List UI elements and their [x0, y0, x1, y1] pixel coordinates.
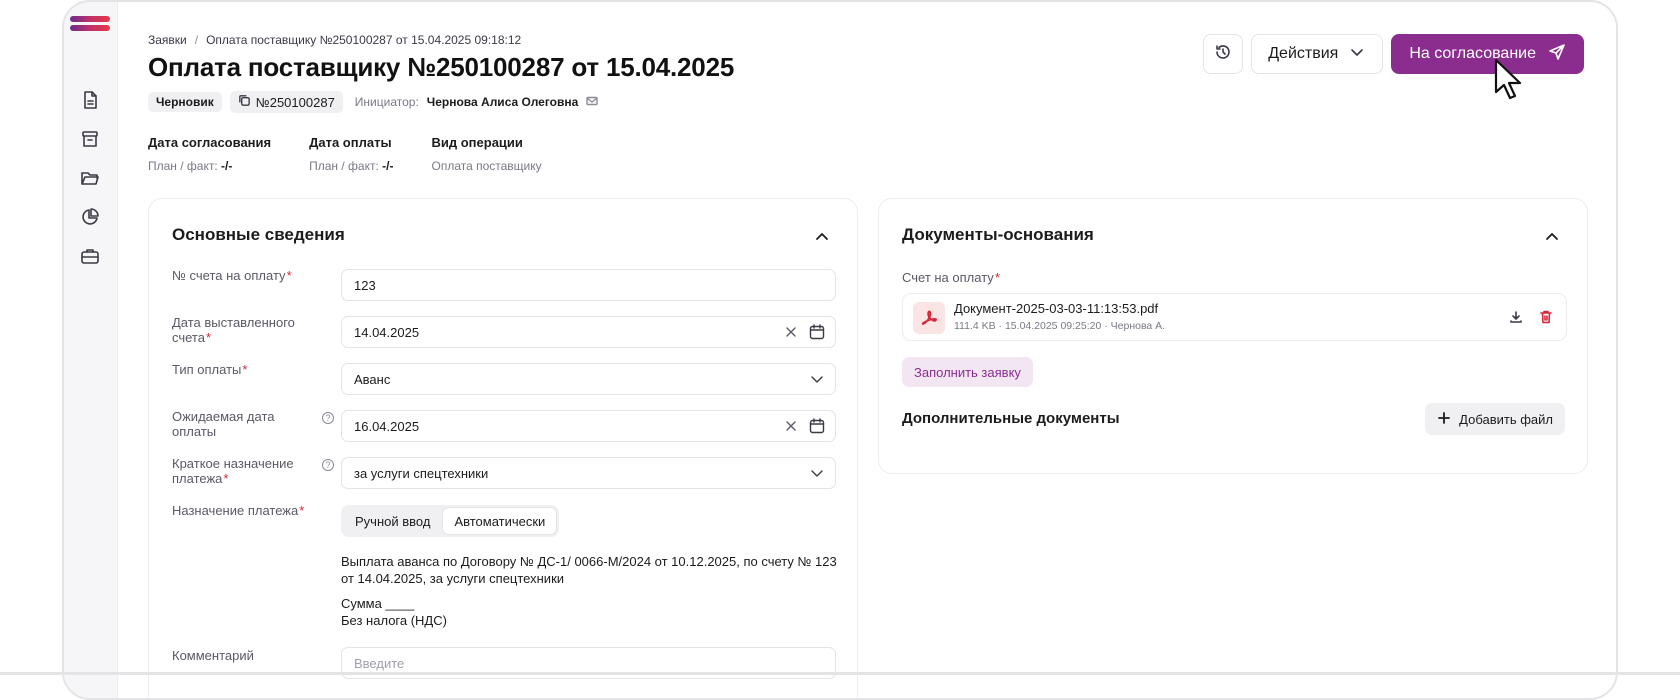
- manual-mode-option[interactable]: Ручной ввод: [344, 508, 441, 534]
- breadcrumb: Заявки / Оплата поставщику №250100287 от…: [148, 33, 521, 47]
- briefcase-icon[interactable]: [80, 246, 100, 266]
- copy-icon[interactable]: [238, 94, 251, 110]
- breadcrumb-root[interactable]: Заявки: [148, 33, 187, 47]
- purpose-tax-line: Без налога (НДС): [341, 613, 447, 628]
- document-icon[interactable]: [80, 90, 100, 110]
- submit-approval-button[interactable]: На согласование: [1391, 34, 1584, 74]
- invoice-doc-label: Счет на оплату*: [902, 270, 1000, 285]
- payment-type-select[interactable]: Аванс: [341, 363, 836, 395]
- short-purpose-select[interactable]: за услуги спецтехники: [341, 457, 836, 489]
- operation-type-summary: Вид операции Оплата поставщику: [431, 135, 541, 173]
- file-name: Документ-2025-03-03-11:13:53.pdf: [954, 301, 1159, 316]
- purpose-sum-line: Сумма ____: [341, 596, 415, 611]
- history-icon: [1214, 43, 1232, 66]
- breadcrumb-current: Оплата поставщику №250100287 от 15.04.20…: [206, 33, 522, 47]
- invoice-number-input[interactable]: 123: [341, 269, 836, 301]
- payment-date-summary: Дата оплаты План / факт: -/-: [309, 135, 393, 173]
- header-actions: Действия На согласование: [1203, 34, 1584, 74]
- summary-title: Дата согласования: [148, 135, 272, 150]
- pie-chart-icon[interactable]: [80, 207, 100, 227]
- purpose-mode-toggle: Ручной ввод Автоматически: [341, 505, 560, 537]
- attached-file[interactable]: Документ-2025-03-03-11:13:53.pdf 111.4 K…: [902, 293, 1567, 341]
- invoice-date-label: Дата выставленного счета*: [172, 315, 295, 345]
- mail-icon[interactable]: [586, 95, 599, 110]
- fill-request-button[interactable]: Заполнить заявку: [902, 357, 1033, 387]
- initiator-label: Инициатор:: [354, 95, 419, 109]
- expected-date-label: Ожидаемая дата оплаты: [172, 409, 275, 439]
- help-icon[interactable]: ?: [322, 459, 334, 471]
- comment-label: Комментарий: [172, 648, 254, 663]
- page-title: Оплата поставщику №250100287 от 15.04.20…: [148, 52, 735, 82]
- add-file-label: Добавить файл: [1459, 411, 1553, 427]
- invoice-number-label: № счета на оплату*: [172, 268, 292, 283]
- documents-title: Документы-основания: [902, 225, 1094, 244]
- extra-documents-title: Дополнительные документы: [902, 410, 1120, 427]
- clear-icon[interactable]: [784, 325, 798, 342]
- summary-prefix: План / факт:: [148, 159, 218, 173]
- actions-dropdown[interactable]: Действия: [1251, 34, 1384, 74]
- short-purpose-label: Краткое назначение платежа*: [172, 456, 294, 486]
- chevron-down-icon: [808, 370, 826, 391]
- status-badge: Черновик: [148, 92, 222, 112]
- main-content: Заявки / Оплата поставщику №250100287 от…: [148, 2, 1588, 698]
- download-icon[interactable]: [1508, 309, 1524, 330]
- chevron-down-icon: [1348, 43, 1366, 66]
- purpose-text: Выплата аванса по Договору № ДС-1/ 0066-…: [341, 553, 841, 629]
- summary-value: -/-: [221, 159, 233, 173]
- plus-icon: [1437, 411, 1451, 428]
- calendar-icon[interactable]: [808, 417, 826, 438]
- sidebar: [64, 2, 118, 698]
- meta-row: Черновик №250100287 Инициатор: Чернова А…: [148, 91, 599, 113]
- calendar-icon[interactable]: [808, 323, 826, 344]
- request-number-badge[interactable]: №250100287: [229, 91, 343, 113]
- chevron-down-icon: [808, 464, 826, 485]
- expected-date-input[interactable]: 16.04.2025: [341, 410, 836, 442]
- breadcrumb-separator: /: [194, 33, 199, 47]
- file-meta: 111.4 KB · 15.04.2025 09:25:20 · Чернова…: [954, 320, 1166, 332]
- archive-icon[interactable]: [80, 129, 100, 149]
- approval-date-summary: Дата согласования План / факт: -/-: [148, 135, 271, 173]
- invoice-date-input[interactable]: 14.04.2025: [341, 316, 836, 348]
- main-info-title: Основные сведения: [172, 225, 345, 244]
- documents-card: Документы-основания Счет на оплату* Доку…: [878, 198, 1588, 474]
- chevron-up-icon: [1543, 232, 1561, 249]
- summary-title: Вид операции: [431, 135, 523, 150]
- logo[interactable]: [70, 16, 110, 32]
- app-window: Заявки / Оплата поставщику №250100287 от…: [62, 0, 1618, 700]
- main-info-card: Основные сведения № счета на оплату* 123…: [148, 198, 858, 698]
- clear-icon[interactable]: [784, 419, 798, 436]
- purpose-label: Назначение платежа*: [172, 503, 305, 518]
- summary-prefix: План / факт:: [309, 159, 379, 173]
- trash-icon[interactable]: [1538, 309, 1554, 330]
- history-button[interactable]: [1203, 34, 1244, 74]
- initiator-name: Чернова Алиса Олеговна: [426, 95, 579, 109]
- collapse-main-info-button[interactable]: [813, 227, 831, 245]
- request-number: №250100287: [255, 94, 335, 110]
- summary-value: Оплата поставщику: [431, 159, 542, 173]
- chevron-up-icon: [813, 232, 831, 249]
- summary-title: Дата оплаты: [309, 135, 392, 150]
- collapse-documents-button[interactable]: [1543, 227, 1561, 245]
- help-icon[interactable]: ?: [322, 412, 334, 424]
- pdf-icon: [913, 302, 945, 334]
- payment-type-label: Тип оплаты*: [172, 362, 248, 377]
- summary-value: -/-: [382, 159, 394, 173]
- folder-open-icon[interactable]: [80, 168, 100, 188]
- purpose-main-text: Выплата аванса по Договору № ДС-1/ 0066-…: [341, 554, 837, 586]
- actions-label: Действия: [1268, 45, 1339, 62]
- mouse-cursor-icon: [1494, 58, 1522, 100]
- add-file-button[interactable]: Добавить файл: [1425, 403, 1565, 435]
- send-icon: [1548, 43, 1566, 66]
- summary-row: Дата согласования План / факт: -/- Дата …: [148, 135, 542, 173]
- auto-mode-option[interactable]: Автоматически: [443, 508, 557, 534]
